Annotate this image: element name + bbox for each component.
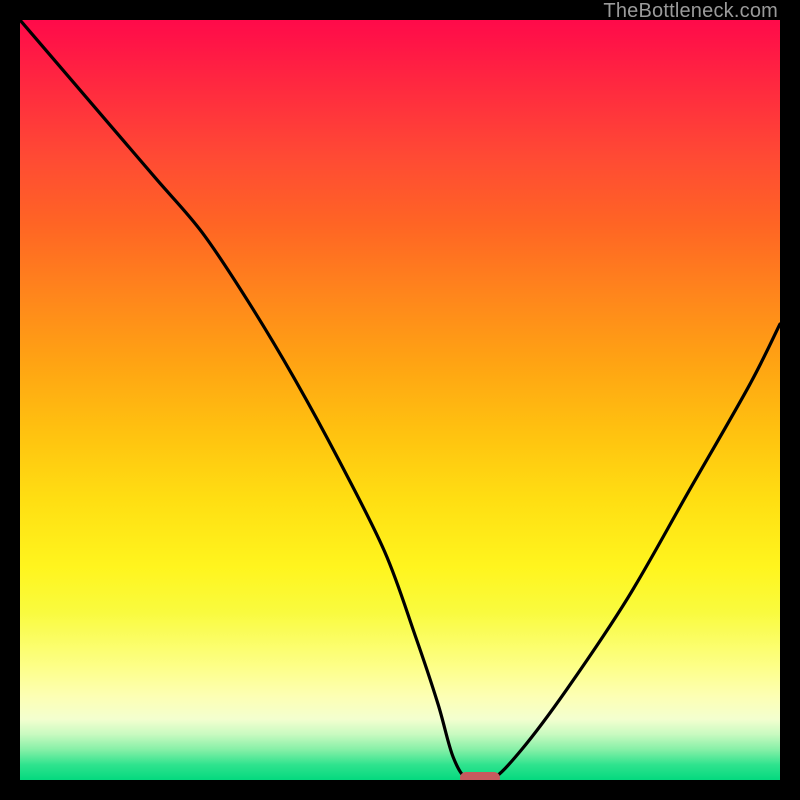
bottleneck-curve bbox=[20, 20, 780, 780]
optimal-marker bbox=[460, 772, 500, 780]
plot-area bbox=[20, 20, 780, 780]
watermark-text: TheBottleneck.com bbox=[603, 0, 778, 23]
chart-frame: TheBottleneck.com bbox=[0, 0, 800, 800]
